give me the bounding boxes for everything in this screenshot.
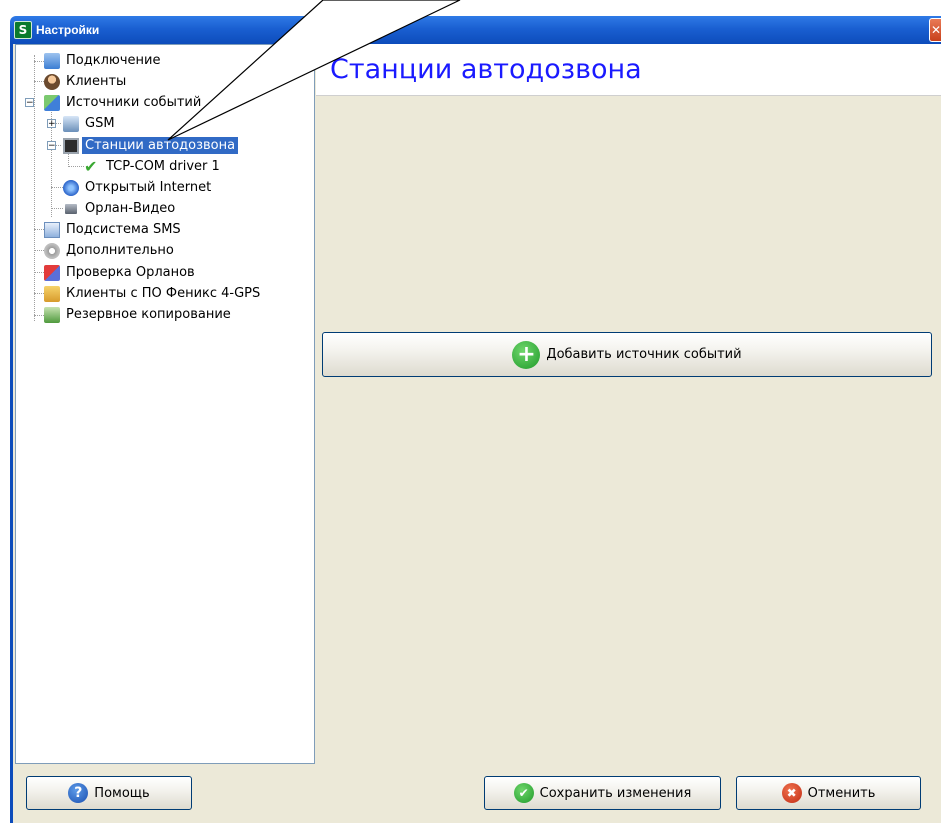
- tree-item-label: Станции автодозвона: [82, 137, 239, 154]
- tree-item-backup[interactable]: Резервное копирование: [44, 304, 234, 325]
- cancel-button-label: Отменить: [807, 785, 876, 801]
- tree-item-gsm[interactable]: GSM: [63, 113, 118, 134]
- checklist-icon: [44, 264, 60, 281]
- page-title: Станции автодозвона: [316, 44, 941, 96]
- tree-item-label: Проверка Орланов: [66, 265, 195, 280]
- tree-item-autodial-stations[interactable]: Станции автодозвона: [63, 135, 239, 156]
- connection-icon: [44, 52, 60, 69]
- tree-item-label: Открытый Internet: [85, 180, 212, 195]
- save-check-icon: ✔: [513, 783, 534, 803]
- tree-item-label: Клиенты с ПО Феникс 4-GPS: [66, 286, 261, 301]
- tree-item-label: Клиенты: [66, 74, 127, 89]
- tree-item-sms-subsystem[interactable]: Подсистема SMS: [44, 219, 184, 240]
- tree-item-label: Подключение: [66, 53, 161, 68]
- tree-item-label: Орлан-Видео: [85, 201, 176, 216]
- sms-icon: [44, 221, 60, 238]
- page-title-text: Станции автодозвона: [330, 54, 642, 85]
- tree-item-label: Резервное копирование: [66, 307, 231, 322]
- tree-item-label: Подсистема SMS: [66, 222, 181, 237]
- cancel-button[interactable]: ✖ Отменить: [736, 776, 921, 810]
- gps-clients-icon: [44, 285, 60, 302]
- cancel-icon: ✖: [781, 783, 802, 803]
- tree-item-orlan-check[interactable]: Проверка Орланов: [44, 262, 198, 283]
- tree-item-connection[interactable]: Подключение: [44, 50, 163, 71]
- window-titlebar: S Настройки ✕: [10, 16, 941, 44]
- add-event-source-label: Добавить источник событий: [546, 347, 742, 362]
- gsm-icon: [63, 115, 79, 132]
- settings-tree[interactable]: − + − Подключение Клиенты Источники собы…: [15, 44, 315, 764]
- gear-icon: [44, 242, 60, 259]
- tree-item-label: TCP-COM driver 1: [106, 159, 220, 174]
- internet-icon: [63, 179, 79, 196]
- close-button[interactable]: ✕: [929, 18, 941, 42]
- video-camera-icon: [63, 201, 79, 217]
- autodial-station-icon: [63, 137, 79, 154]
- tree-item-event-sources[interactable]: Источники событий: [44, 92, 204, 113]
- help-button-label: Помощь: [94, 785, 150, 801]
- check-icon: ✔: [84, 156, 98, 176]
- content-panel: Станции автодозвона: [316, 44, 941, 764]
- save-changes-button[interactable]: ✔ Сохранить изменения: [484, 776, 721, 810]
- tree-item-additional[interactable]: Дополнительно: [44, 240, 177, 261]
- tree-item-gps-clients[interactable]: Клиенты с ПО Феникс 4-GPS: [44, 283, 263, 304]
- tree-item-orlan-video[interactable]: Орлан-Видео: [63, 198, 178, 219]
- expander-gsm[interactable]: +: [47, 119, 56, 129]
- tree-item-tcp-com-driver[interactable]: ✔ TCP-COM driver 1: [84, 156, 223, 177]
- expander-autodial[interactable]: −: [47, 141, 56, 151]
- add-icon: +: [512, 340, 541, 369]
- tree-item-open-internet[interactable]: Открытый Internet: [63, 177, 214, 198]
- backup-icon: [44, 306, 60, 323]
- help-icon: ?: [68, 783, 89, 803]
- expander-event-sources[interactable]: −: [25, 98, 34, 108]
- event-sources-icon: [44, 94, 60, 111]
- window-left-border: [10, 44, 13, 823]
- add-event-source-button[interactable]: + Добавить источник событий: [322, 332, 932, 377]
- help-button[interactable]: ? Помощь: [26, 776, 192, 810]
- window-title: Настройки: [36, 23, 100, 37]
- tree-item-label: Источники событий: [66, 95, 202, 110]
- clients-icon: [44, 73, 60, 90]
- app-icon: S: [14, 21, 32, 39]
- tree-item-label: GSM: [85, 116, 115, 131]
- tree-item-label: Дополнительно: [66, 243, 174, 258]
- tree-item-clients[interactable]: Клиенты: [44, 71, 129, 92]
- save-changes-label: Сохранить изменения: [539, 785, 692, 801]
